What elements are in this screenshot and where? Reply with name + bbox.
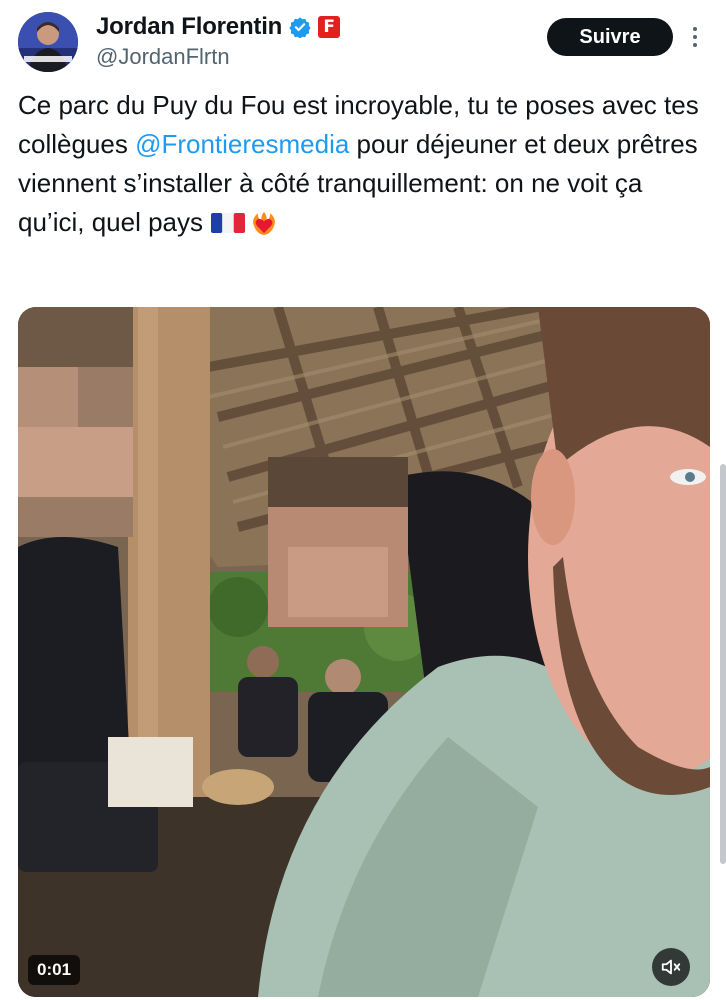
more-options-icon[interactable]	[688, 22, 702, 52]
follow-button[interactable]: Suivre	[547, 18, 673, 56]
scrollbar[interactable]	[720, 464, 726, 864]
video-frame	[18, 307, 710, 997]
author-handle[interactable]: @JordanFlrtn	[96, 44, 230, 70]
mute-button[interactable]	[652, 948, 690, 986]
mention-link[interactable]: @Frontieresmedia	[135, 129, 349, 159]
emoji-group	[210, 209, 278, 237]
french-flag-emoji	[211, 213, 246, 233]
affiliate-badge-icon[interactable]: F	[318, 16, 341, 38]
avatar[interactable]	[18, 12, 78, 72]
speaker-muted-icon	[661, 959, 681, 975]
author-name-row: Jordan Florentin F	[96, 12, 341, 42]
tweet-text: Ce parc du Puy du Fou est incroyable, tu…	[18, 86, 708, 242]
avatar-image	[18, 12, 78, 72]
video-player[interactable]	[18, 307, 710, 997]
heart-on-fire-emoji	[253, 212, 276, 235]
author-name[interactable]: Jordan Florentin	[96, 13, 282, 41]
verified-badge-icon	[289, 16, 311, 39]
video-timestamp: 0:01	[28, 955, 81, 985]
